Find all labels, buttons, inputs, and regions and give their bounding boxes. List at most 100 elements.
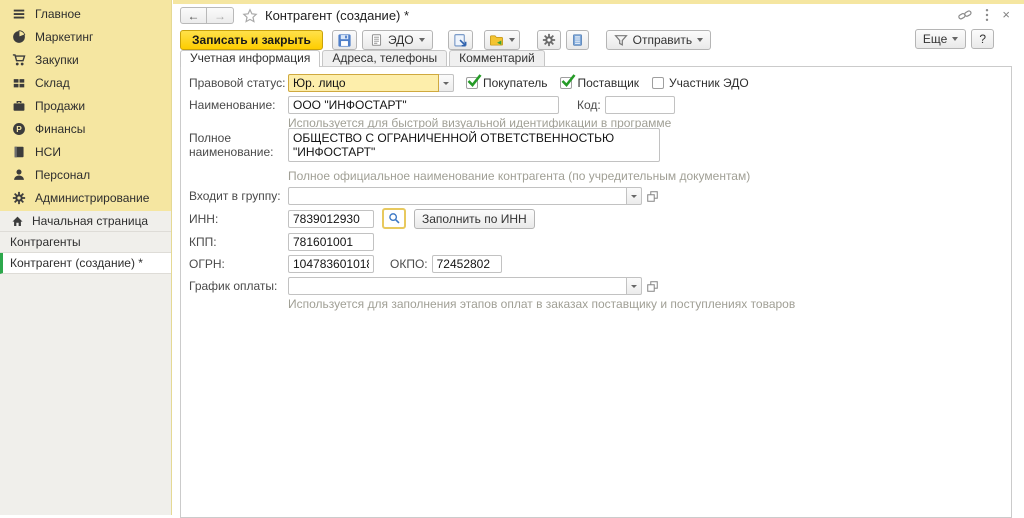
form-panel: Правовой статус: Юр. лицо Покупатель Пос… (180, 66, 1012, 518)
group-label: Входит в группу: (189, 189, 281, 203)
sidebar-item-personnel[interactable]: Персонал (0, 163, 171, 186)
sidebar-tab-label: Контрагент (создание) * (10, 256, 143, 270)
tab-account-info[interactable]: Учетная информация (180, 50, 321, 67)
group-open-icon[interactable] (646, 190, 659, 203)
edo-label: ЭДО (387, 33, 414, 47)
sidebar-item-nsi[interactable]: НСИ (0, 140, 171, 163)
menu-dots-icon[interactable] (985, 8, 989, 22)
buyer-checkbox-label: Покупатель (483, 76, 548, 90)
save-and-close-button[interactable]: Записать и закрыть (180, 30, 323, 50)
supplier-checkbox[interactable]: Поставщик (560, 74, 640, 90)
main-area: ← → Контрагент (создание) * × Записать и… (173, 0, 1024, 518)
full-name-textarea[interactable]: ОБЩЕСТВО С ОГРАНИЧЕННОЙ ОТВЕТСТВЕННОСТЬЮ… (288, 128, 660, 162)
sidebar-tab-home[interactable]: Начальная страница (0, 211, 171, 232)
checkbox-box (652, 77, 665, 89)
code-input[interactable] (604, 96, 675, 114)
chevron-down-icon (418, 38, 425, 42)
sidebar-item-finance[interactable]: P Финансы (0, 117, 171, 140)
window-controls: × (958, 8, 1010, 22)
floppy-disk-icon (337, 33, 352, 48)
checkbox-box (466, 74, 482, 89)
legal-status-dropdown-button[interactable] (439, 74, 454, 92)
group-dropdown-button[interactable] (627, 187, 642, 205)
full-name-row: Полное наименование: ОБЩЕСТВО С ОГРАНИЧЕ… (189, 128, 660, 162)
form-tabs: Учетная информация Адреса, телефоны Комм… (180, 50, 547, 67)
more-button[interactable]: Еще (914, 29, 967, 49)
attached-files-button[interactable] (447, 30, 473, 50)
name-input[interactable] (288, 96, 559, 114)
kpp-label: КПП: (189, 235, 217, 249)
kpp-input[interactable] (288, 233, 374, 251)
chevron-down-icon (443, 81, 449, 85)
sidebar-tab-label: Начальная страница (32, 214, 149, 228)
sidebar-item-sales[interactable]: Продажи (0, 94, 171, 117)
payment-schedule-row: График оплаты: (189, 277, 659, 295)
favorite-star-icon[interactable] (242, 7, 258, 24)
code-label: Код: (577, 98, 601, 112)
report-list-icon (571, 33, 584, 47)
save-button[interactable] (331, 30, 357, 50)
load-from-file-button[interactable] (483, 30, 520, 50)
legal-status-select[interactable]: Юр. лицо (288, 74, 439, 92)
sidebar-item-label: Продажи (35, 98, 86, 113)
sidebar-item-label: Персонал (35, 167, 91, 182)
name-label: Наименование: (189, 98, 276, 112)
inn-input[interactable] (288, 209, 374, 228)
settings-button[interactable] (536, 30, 561, 50)
finance-ruble-icon: P (11, 121, 26, 136)
chevron-down-icon (952, 37, 959, 41)
forward-button[interactable]: → (207, 7, 234, 24)
link-icon[interactable] (958, 9, 972, 21)
okpo-label: ОКПО: (390, 257, 428, 271)
chevron-down-icon (631, 284, 637, 288)
person-icon (11, 167, 26, 182)
group-select[interactable] (288, 187, 627, 205)
sidebar-item-label: Закупки (35, 52, 79, 67)
book-icon (11, 144, 26, 159)
hamburger-menu-icon (11, 6, 26, 21)
okpo-input[interactable] (431, 255, 502, 273)
close-icon[interactable]: × (1002, 8, 1010, 21)
page-title: Контрагент (создание) * (265, 8, 410, 23)
tab-addresses-phones[interactable]: Адреса, телефоны (322, 50, 448, 66)
send-button[interactable]: Отправить (605, 30, 712, 50)
warehouse-grid-icon (11, 75, 26, 90)
buyer-checkbox[interactable]: Покупатель (466, 74, 548, 90)
file-arrow-icon (453, 33, 468, 48)
check-icon (467, 74, 482, 87)
sidebar-item-main[interactable]: Главное (0, 2, 171, 25)
legal-status-label: Правовой статус: (189, 76, 286, 90)
sidebar-item-label: Главное (35, 6, 81, 21)
payment-schedule-select[interactable] (288, 277, 627, 295)
chevron-down-icon (631, 194, 637, 198)
gear-icon (542, 33, 556, 47)
payment-schedule-open-icon[interactable] (646, 280, 659, 293)
edo-button[interactable]: ЭДО (361, 30, 433, 50)
send-label: Отправить (632, 33, 693, 47)
role-checkboxes: Покупатель Поставщик Участник ЭДО (466, 74, 749, 90)
payment-schedule-dropdown-button[interactable] (627, 277, 642, 295)
inn-label: ИНН: (189, 211, 219, 226)
shopping-cart-icon (11, 52, 26, 67)
sidebar-tab-kontragenty[interactable]: Контрагенты (0, 232, 171, 253)
search-icon (388, 212, 401, 225)
sidebar-item-purchases[interactable]: Закупки (0, 48, 171, 71)
reports-button[interactable] (565, 30, 589, 50)
help-button[interactable]: ? (971, 29, 994, 49)
sidebar-tab-kontragent-active[interactable]: Контрагент (создание) * (0, 253, 171, 274)
ogrn-input[interactable] (288, 255, 374, 273)
check-icon (562, 74, 576, 87)
inn-search-button[interactable] (382, 208, 406, 229)
back-button[interactable]: ← (180, 7, 207, 24)
supplier-checkbox-label: Поставщик (577, 76, 640, 90)
edo-document-icon (370, 33, 383, 47)
tab-comment[interactable]: Комментарий (449, 50, 545, 66)
sidebar-item-warehouse[interactable]: Склад (0, 71, 171, 94)
fill-by-inn-button[interactable]: Заполнить по ИНН (414, 208, 535, 229)
sidebar-item-marketing[interactable]: Маркетинг (0, 25, 171, 48)
sidebar-item-administration[interactable]: Администрирование (0, 186, 171, 209)
payment-schedule-hint: Используется для заполнения этапов оплат… (288, 297, 796, 311)
ogrn-row: ОГРН: ОКПО: (189, 255, 502, 273)
edo-member-checkbox[interactable]: Участник ЭДО (652, 76, 749, 90)
chevron-down-icon (697, 38, 704, 42)
